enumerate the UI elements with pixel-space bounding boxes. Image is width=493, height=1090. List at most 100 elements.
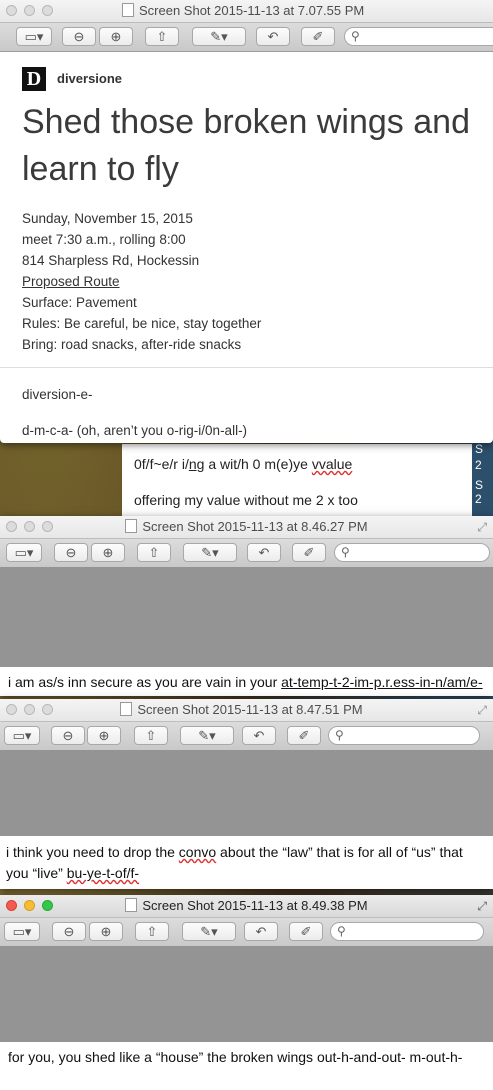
detail-time: meet 7:30 a.m., rolling 8:00: [22, 232, 186, 247]
sidebar-view-button[interactable]: ▭▾: [16, 27, 52, 46]
markup-button[interactable]: ✎▾: [182, 922, 236, 941]
share-icon: ⇧: [146, 924, 158, 939]
caption-link[interactable]: bu-ye-t-of/f-: [67, 865, 139, 881]
sidebar-view-button[interactable]: ▭▾: [4, 726, 40, 745]
zoom-out-button[interactable]: ⊖: [62, 27, 96, 46]
markup-button[interactable]: ✎▾: [183, 543, 237, 562]
zoom-out-icon: ⊖: [62, 728, 74, 743]
edge-text: S: [475, 478, 484, 492]
search-field[interactable]: ⚲: [334, 543, 490, 562]
search-field[interactable]: ⚲: [330, 922, 484, 941]
title-bar: Screen Shot 2015-11-13 at 7.07.55 PM: [0, 0, 493, 23]
rotate-button[interactable]: ↶: [244, 922, 278, 941]
sidebar-view-button[interactable]: ▭▾: [4, 922, 40, 941]
footer-line-2: d-m-c-a- (oh, aren’t you o-rig-i/0n-all-…: [22, 423, 248, 438]
annotate-button[interactable]: ✐: [289, 922, 323, 941]
document-icon: [122, 3, 134, 17]
zoom-in-button[interactable]: ⊕: [89, 922, 123, 941]
fullscreen-icon[interactable]: ⤢: [477, 703, 487, 718]
toolbar: ▭▾ ⊖ ⊕ ⇧ ✎▾ ↶ ✐ ⚲: [0, 23, 493, 52]
site-name[interactable]: diversione: [57, 71, 122, 86]
zoom-in-button[interactable]: ⊕: [99, 27, 133, 46]
document-icon: [125, 898, 138, 912]
zoom-out-icon: ⊖: [65, 545, 77, 560]
search-icon: ⚲: [351, 29, 360, 43]
logo: D: [22, 67, 46, 91]
zoom-out-icon: ⊖: [63, 924, 75, 939]
rotate-icon: ↶: [255, 924, 267, 939]
sidebar-view-button[interactable]: ▭▾: [6, 543, 42, 562]
sidebar-icon: ▭▾: [14, 545, 34, 560]
minimize-button[interactable]: [24, 5, 35, 16]
markup-icon: ✎▾: [201, 545, 219, 560]
rotate-button[interactable]: ↶: [247, 543, 281, 562]
search-icon: ⚲: [337, 924, 346, 938]
desktop-edge-right: S 2 S 2: [471, 440, 493, 520]
share-icon: ⇧: [148, 545, 160, 560]
fullscreen-icon[interactable]: ⤢: [477, 520, 487, 535]
preview-window-4: Screen Shot 2015-11-13 at 8.49.38 PM ⤢ ▭…: [0, 895, 493, 1090]
toolbar: ▭▾ ⊖ ⊕ ⇧ ✎▾ ↶ ✐ ⚲: [0, 722, 493, 751]
zoom-in-icon: ⊕: [102, 545, 114, 560]
document-content: D diversione Shed those broken wings and…: [0, 51, 493, 443]
annotate-button[interactable]: ✐: [287, 726, 321, 745]
zoom-out-button[interactable]: ⊖: [51, 726, 85, 745]
detail-surface: Surface: Pavement: [22, 295, 137, 310]
rotate-button[interactable]: ↶: [242, 726, 276, 745]
search-field[interactable]: ⚲: [344, 27, 493, 46]
caption-line-2: you “live” bu-ye-t-of/f-: [6, 865, 140, 881]
markup-button[interactable]: ✎▾: [180, 726, 234, 745]
annotate-icon: ✐: [300, 924, 312, 939]
document-area: [0, 567, 493, 667]
markup-icon: ✎▾: [200, 924, 218, 939]
markup-icon: ✎▾: [198, 728, 216, 743]
share-icon: ⇧: [156, 29, 168, 44]
annotate-button[interactable]: ✐: [292, 543, 326, 562]
share-icon: ⇧: [145, 728, 157, 743]
document-icon: [120, 702, 133, 716]
caption-link[interactable]: at-temp-t-2-im-p.r.ess-in-n/am/e-: [281, 674, 482, 690]
footer-line-1: diversion-e-: [22, 387, 93, 402]
fullscreen-icon[interactable]: ⤢: [477, 899, 487, 914]
preview-window-2: Screen Shot 2015-11-13 at 8.46.27 PM ⤢ ▭…: [0, 516, 493, 696]
search-field[interactable]: ⚲: [328, 726, 480, 745]
window-title: Screen Shot 2015-11-13 at 8.47.51 PM: [0, 702, 493, 717]
zoom-in-button[interactable]: ⊕: [87, 726, 121, 745]
toolbar: ▭▾ ⊖ ⊕ ⇧ ✎▾ ↶ ✐ ⚲: [0, 539, 493, 568]
caption-line: for you, you shed like a “house” the bro…: [0, 1042, 493, 1075]
detail-rules: Rules: Be careful, be nice, stay togethe…: [22, 316, 262, 331]
annotate-icon: ✐: [303, 545, 315, 560]
close-button[interactable]: [6, 5, 17, 16]
share-button[interactable]: ⇧: [134, 726, 168, 745]
window-title: Screen Shot 2015-11-13 at 7.07.55 PM: [40, 3, 493, 18]
share-button[interactable]: ⇧: [137, 543, 171, 562]
proposed-route-link[interactable]: Proposed Route: [22, 271, 261, 292]
title-bar: Screen Shot 2015-11-13 at 8.46.27 PM ⤢: [0, 516, 493, 539]
zoom-in-icon: ⊕: [110, 29, 122, 44]
headline-line-2: learn to fly: [22, 150, 179, 188]
share-button[interactable]: ⇧: [135, 922, 169, 941]
detail-date: Sunday, November 15, 2015: [22, 211, 193, 226]
window-title: Screen Shot 2015-11-13 at 8.46.27 PM: [0, 519, 493, 534]
preview-window-1: Screen Shot 2015-11-13 at 7.07.55 PM ▭▾ …: [0, 0, 493, 443]
zoom-in-button[interactable]: ⊕: [91, 543, 125, 562]
caption-line-1: i think you need to drop the convo about…: [6, 844, 463, 860]
background-window-text: 0f/f~e/r i/ng a wit/h 0 m(e)ye vvalue of…: [122, 444, 472, 516]
share-button[interactable]: ⇧: [145, 27, 179, 46]
divider: [0, 367, 493, 368]
annotate-icon: ✐: [298, 728, 310, 743]
title-bar: Screen Shot 2015-11-13 at 8.49.38 PM ⤢: [0, 895, 493, 918]
headline-line-1: Shed those broken wings and: [22, 103, 470, 141]
bg-text-line-a: 0f/f~e/r i/ng a wit/h 0 m(e)ye vvalue: [134, 456, 353, 472]
sidebar-icon: ▭▾: [12, 924, 32, 939]
zoom-out-button[interactable]: ⊖: [54, 543, 88, 562]
zoom-out-button[interactable]: ⊖: [52, 922, 86, 941]
annotate-button[interactable]: ✐: [301, 27, 335, 46]
markup-button[interactable]: ✎▾: [192, 27, 246, 46]
rotate-button[interactable]: ↶: [256, 27, 290, 46]
markup-icon: ✎▾: [210, 29, 228, 44]
document-icon: [125, 519, 138, 533]
annotate-icon: ✐: [312, 29, 324, 44]
window-title: Screen Shot 2015-11-13 at 8.49.38 PM: [0, 898, 493, 913]
rotate-icon: ↶: [267, 29, 279, 44]
